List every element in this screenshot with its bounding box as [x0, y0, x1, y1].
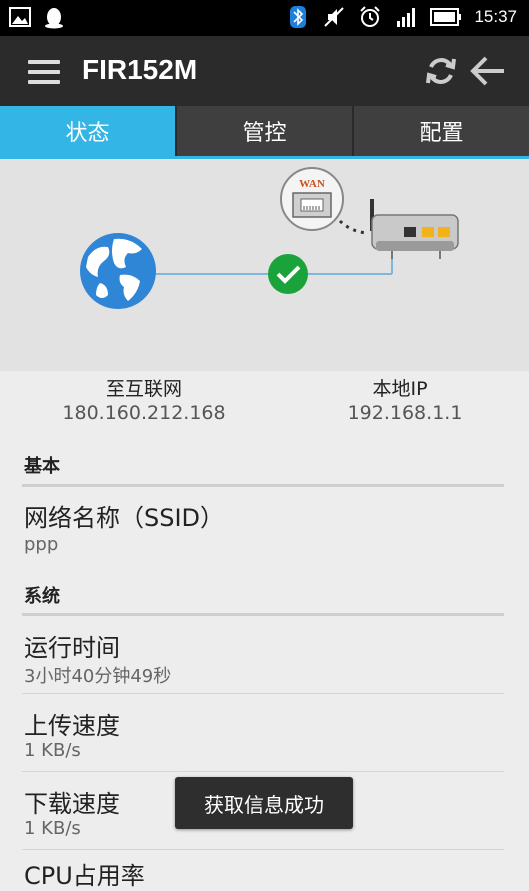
tab-status[interactable]: 状态 — [0, 106, 177, 156]
item-divider — [22, 849, 504, 850]
section-heading-system: 系统 — [24, 586, 60, 607]
status-bar: 15:37 — [0, 0, 529, 36]
battery-icon — [430, 8, 462, 26]
bluetooth-icon — [290, 6, 307, 28]
network-diagram: WAN — [0, 159, 529, 371]
section-divider — [22, 613, 504, 616]
download-value: 1 KB/s — [24, 818, 81, 839]
mute-icon — [324, 7, 345, 27]
globe-icon — [80, 233, 156, 309]
connected-check-icon — [268, 254, 308, 294]
section-divider — [22, 484, 504, 487]
app-title: FIR152M — [82, 54, 198, 85]
signal-icon — [397, 8, 416, 27]
local-ip-value: 192.168.1.1 — [347, 402, 463, 424]
tab-config[interactable]: 配置 — [354, 106, 529, 156]
qq-penguin-icon — [45, 8, 63, 29]
router-icon — [370, 199, 459, 259]
upload-value: 1 KB/s — [24, 740, 81, 761]
cpu-title: CPU占用率 — [24, 862, 145, 890]
ssid-value: ppp — [24, 534, 59, 555]
download-title: 下载速度 — [24, 790, 120, 818]
clock: 15:37 — [474, 7, 517, 26]
item-divider — [22, 771, 504, 772]
section-heading-basic: 基本 — [24, 456, 60, 477]
tab-bar: 状态 管控 配置 — [0, 106, 529, 156]
toast-message: 获取信息成功 — [175, 777, 353, 829]
menu-icon[interactable] — [28, 60, 60, 84]
uptime-value: 3小时40分钟49秒 — [24, 666, 172, 687]
back-arrow-icon[interactable] — [470, 54, 506, 88]
tab-control[interactable]: 管控 — [177, 106, 354, 156]
internet-ip: 180.160.212.168 — [62, 402, 226, 424]
upload-title: 上传速度 — [24, 712, 120, 740]
image-icon — [9, 7, 31, 27]
alarm-icon — [360, 6, 381, 27]
refresh-icon[interactable] — [424, 54, 458, 88]
ssid-title[interactable]: 网络名称（SSID） — [24, 498, 224, 533]
uptime-title: 运行时间 — [24, 634, 120, 662]
item-divider — [22, 693, 504, 694]
internet-label: 至互联网 — [105, 378, 182, 400]
wan-label: WAN — [299, 178, 325, 190]
action-bar: FIR152M — [0, 36, 529, 106]
local-ip-label: 本地IP — [372, 378, 428, 400]
